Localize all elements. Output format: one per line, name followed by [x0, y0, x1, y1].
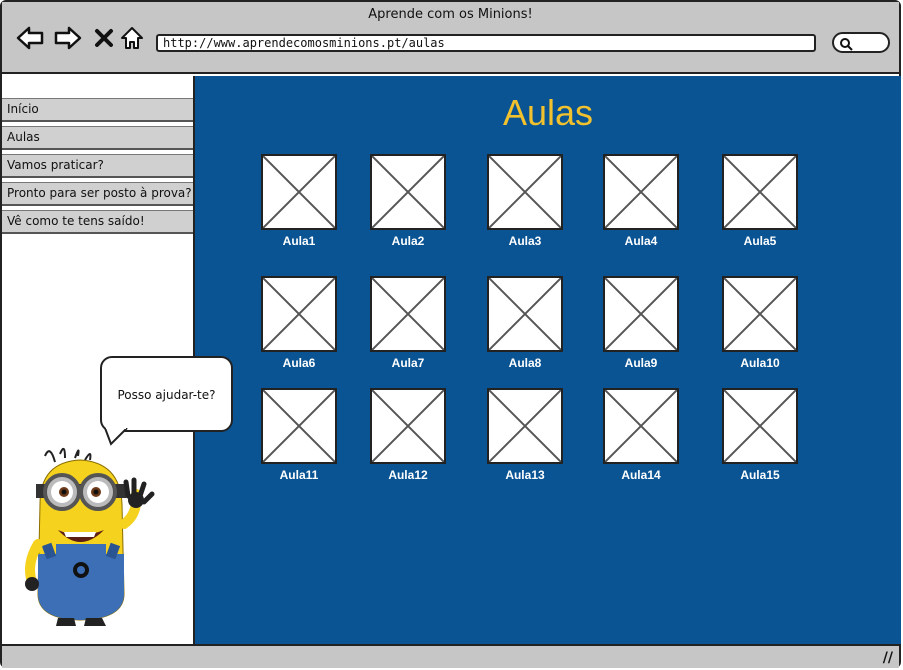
lesson-image-placeholder-icon[interactable]: [370, 388, 446, 464]
lesson-card[interactable]: Aula8: [487, 276, 563, 370]
lesson-label[interactable]: Aula4: [603, 234, 679, 248]
close-stop-icon[interactable]: [90, 24, 118, 52]
forward-arrow-icon[interactable]: [54, 24, 82, 52]
lesson-image-placeholder-icon[interactable]: [261, 276, 337, 352]
back-arrow-icon[interactable]: [16, 24, 44, 52]
speech-bubble: Posso ajudar-te?: [100, 356, 233, 432]
lesson-image-placeholder-icon[interactable]: [722, 154, 798, 230]
page-title: Aulas: [502, 92, 594, 133]
minion-mascot-icon[interactable]: [20, 444, 160, 629]
lesson-label[interactable]: Aula11: [261, 468, 337, 482]
lesson-card[interactable]: Aula2: [370, 154, 446, 248]
window-title: Aprende com os Minions!: [368, 7, 533, 22]
lesson-card[interactable]: Aula7: [370, 276, 446, 370]
lesson-image-placeholder-icon[interactable]: [370, 276, 446, 352]
lesson-card[interactable]: Aula12: [370, 388, 446, 482]
search-box[interactable]: [832, 32, 890, 53]
sidebar-item-aulas[interactable]: Aulas: [2, 126, 193, 150]
lesson-card[interactable]: Aula13: [487, 388, 563, 482]
lesson-card[interactable]: Aula4: [603, 154, 679, 248]
sidebar-menu: Início Aulas Vamos praticar? Pronto para…: [2, 98, 193, 238]
lesson-label[interactable]: Aula14: [603, 468, 679, 482]
main-content: Aulas Aula1 Aula2 Aula3 Aula4 Aula5 Aula6 Aula…: [193, 76, 901, 644]
resize-grip-icon[interactable]: //: [883, 650, 893, 666]
lesson-image-placeholder-icon[interactable]: [487, 388, 563, 464]
lesson-card[interactable]: Aula10: [722, 276, 798, 370]
lesson-label[interactable]: Aula9: [603, 356, 679, 370]
home-icon[interactable]: [118, 24, 146, 52]
url-input[interactable]: [156, 34, 816, 52]
lesson-card[interactable]: Aula5: [722, 154, 798, 248]
lesson-label[interactable]: Aula13: [487, 468, 563, 482]
lesson-card[interactable]: Aula11: [261, 388, 337, 482]
lesson-card[interactable]: Aula14: [603, 388, 679, 482]
lesson-card[interactable]: Aula3: [487, 154, 563, 248]
lesson-label[interactable]: Aula10: [722, 356, 798, 370]
lesson-card[interactable]: Aula6: [261, 276, 337, 370]
search-icon: [840, 38, 853, 51]
lesson-image-placeholder-icon[interactable]: [261, 154, 337, 230]
lesson-label[interactable]: Aula2: [370, 234, 446, 248]
lesson-image-placeholder-icon[interactable]: [603, 154, 679, 230]
lesson-image-placeholder-icon[interactable]: [603, 388, 679, 464]
speech-bubble-text: Posso ajudar-te?: [117, 388, 216, 402]
lesson-label[interactable]: Aula7: [370, 356, 446, 370]
sidebar-item-vamos-praticar[interactable]: Vamos praticar?: [2, 154, 193, 178]
lesson-image-placeholder-icon[interactable]: [370, 154, 446, 230]
sidebar-item-inicio[interactable]: Início: [2, 98, 193, 122]
sidebar-item-prova[interactable]: Pronto para ser posto à prova?: [2, 182, 193, 206]
lesson-label[interactable]: Aula12: [370, 468, 446, 482]
status-bar: //: [2, 644, 899, 668]
lesson-label[interactable]: Aula8: [487, 356, 563, 370]
browser-toolbar: Aprende com os Minions!: [2, 2, 899, 74]
lesson-label[interactable]: Aula6: [261, 356, 337, 370]
lesson-image-placeholder-icon[interactable]: [261, 388, 337, 464]
lesson-card[interactable]: Aula9: [603, 276, 679, 370]
lesson-image-placeholder-icon[interactable]: [603, 276, 679, 352]
lesson-label[interactable]: Aula1: [261, 234, 337, 248]
sidebar-item-resultados[interactable]: Vê como te tens saído!: [2, 210, 193, 234]
lesson-label[interactable]: Aula5: [722, 234, 798, 248]
lesson-card[interactable]: Aula1: [261, 154, 337, 248]
lesson-image-placeholder-icon[interactable]: [722, 276, 798, 352]
lesson-image-placeholder-icon[interactable]: [487, 154, 563, 230]
lesson-card[interactable]: Aula15: [722, 388, 798, 482]
lesson-image-placeholder-icon[interactable]: [722, 388, 798, 464]
lesson-label[interactable]: Aula15: [722, 468, 798, 482]
lesson-image-placeholder-icon[interactable]: [487, 276, 563, 352]
lesson-label[interactable]: Aula3: [487, 234, 563, 248]
